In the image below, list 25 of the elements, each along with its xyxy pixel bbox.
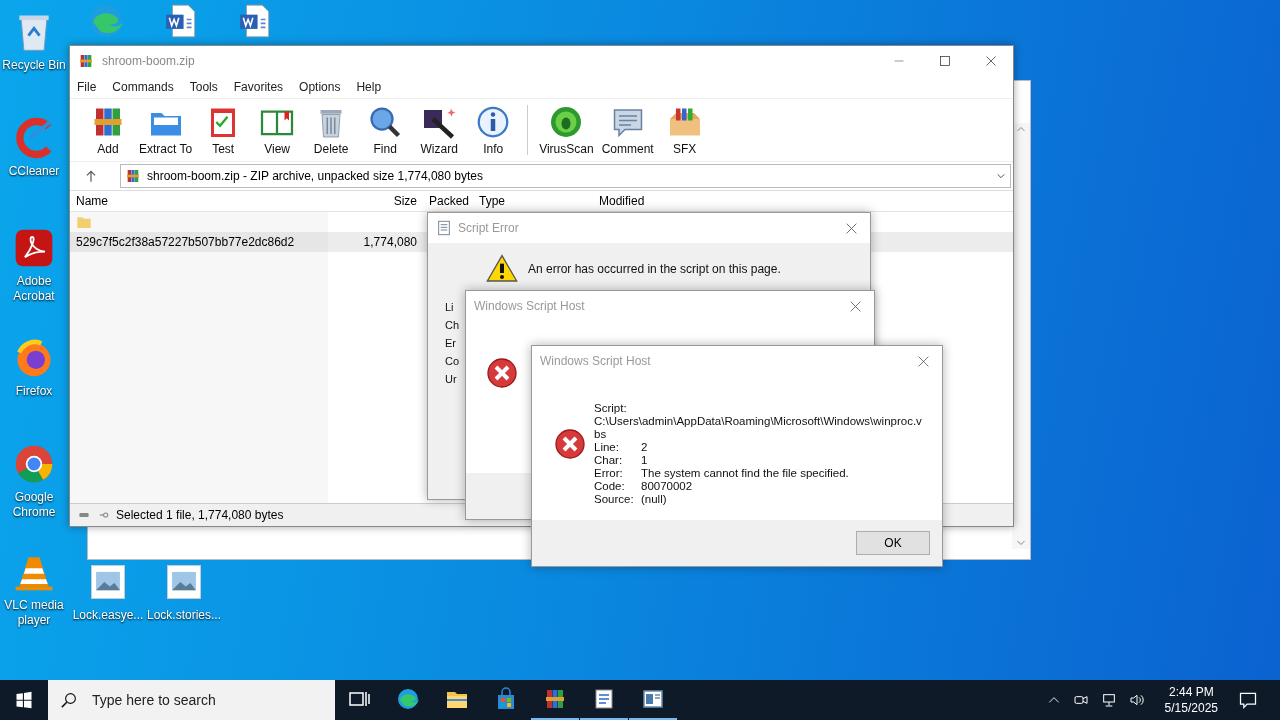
- field-label: Script:: [594, 402, 628, 415]
- error-message: An error has occurred in the script on this page.: [528, 262, 781, 276]
- field-label: Error:: [594, 467, 624, 480]
- field-label: Ch: [445, 319, 460, 332]
- field-value: 1: [641, 454, 649, 467]
- field-value: 2: [641, 441, 649, 454]
- field-label: Code:: [594, 480, 626, 493]
- field-label: Line:: [594, 441, 620, 454]
- field-label: Er: [445, 337, 456, 350]
- file-size: 1,774,080: [363, 235, 417, 249]
- field-label: Ur: [445, 373, 457, 386]
- file-name: 529c7f5c2f38a57227b507bb77e2dc86d2: [76, 235, 295, 249]
- field-value: 80070002: [641, 480, 694, 493]
- field-value: (null): [641, 493, 668, 506]
- dialog-title: Windows Script Host: [474, 299, 586, 313]
- field-label: Co: [445, 355, 460, 368]
- script-path: C:\Users\admin\AppData\Roaming\Microsoft\Windows\winproc.vbs: [594, 415, 923, 441]
- dialog-title: Windows Script Host: [540, 354, 652, 368]
- field-label: Char:: [594, 454, 624, 467]
- dialog-title: Script Error: [458, 221, 520, 235]
- status-text: Selected 1 file, 1,774,080 bytes: [116, 508, 284, 522]
- field-label: Li: [445, 301, 454, 314]
- window-title: shroom-boom.zip: [102, 54, 196, 68]
- field-value: The system cannot find the file specified.: [641, 467, 850, 480]
- field-label: Source:: [594, 493, 635, 506]
